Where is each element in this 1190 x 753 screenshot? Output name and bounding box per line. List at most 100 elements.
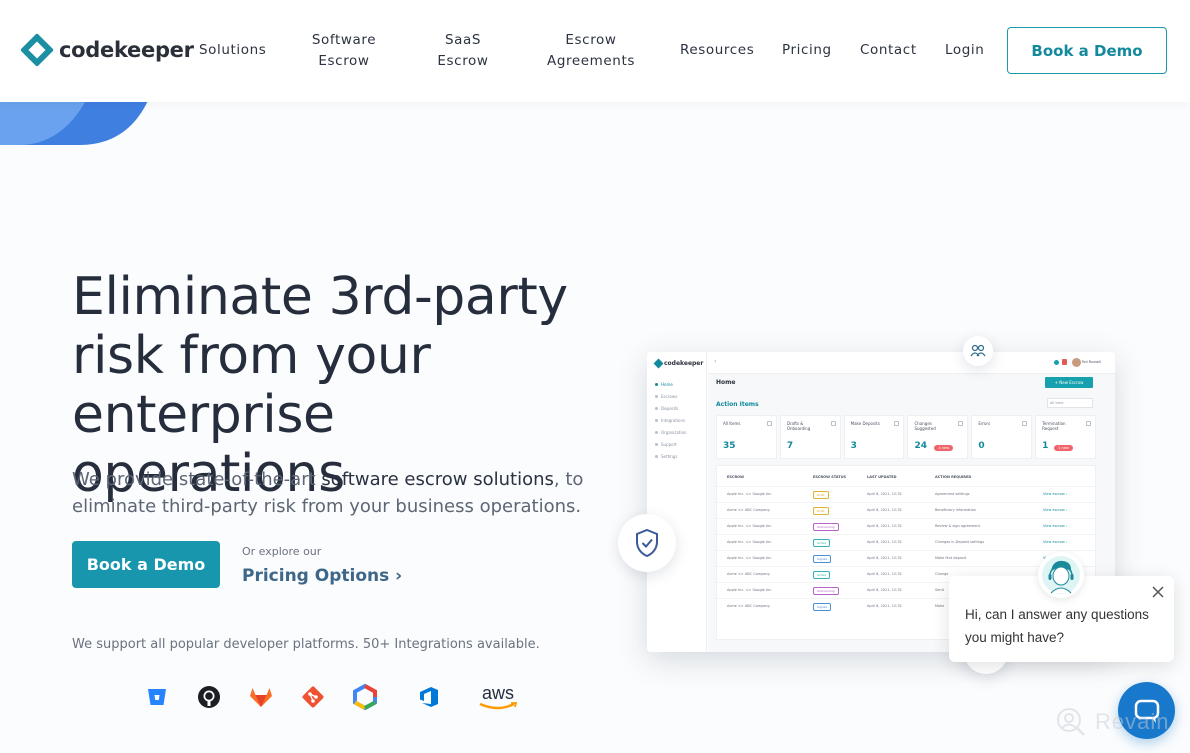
team-badge [963, 336, 993, 366]
escrow-cell: Acme <> ABC Company [727, 508, 770, 512]
updated-cell: April 8, 2021, 12:32 [867, 540, 902, 544]
hero-book-demo-button[interactable]: Book a Demo [72, 541, 220, 588]
status-pill: Draft [813, 507, 829, 515]
card-label: Changes Suggested [914, 421, 936, 431]
card-icon [1022, 421, 1028, 426]
updated-cell: April 8, 2021, 12:32 [867, 604, 902, 608]
status-pill: Active [813, 539, 831, 547]
escrow-cell: Apple Inc. <> Google Inc. [727, 588, 773, 592]
nav-software-escrow[interactable]: Software Escrow [311, 30, 377, 72]
card-value: 3 [850, 441, 857, 451]
chat-agent-avatar [1038, 552, 1084, 598]
action-cell: Review & sign agreement [935, 524, 980, 528]
nav-label: SaaS Escrow [437, 32, 489, 69]
nav-label: Solutions [199, 42, 267, 58]
nav-label: Resources [680, 42, 755, 58]
dash-side-item: Integrations [655, 418, 685, 423]
card-value: 35 [723, 441, 736, 451]
status-pill: Signed [813, 555, 832, 563]
card-icon [766, 421, 772, 426]
google-cloud-icon [348, 680, 382, 714]
nav-solutions[interactable]: Solutions [199, 40, 266, 61]
view-escrow-link: View escrow › [1043, 508, 1068, 512]
agent-avatar-icon [1042, 556, 1080, 594]
summary-card: Termination Request 1 1 new [1035, 415, 1096, 459]
card-icon [1085, 421, 1091, 426]
status-pill: Onboarding [813, 587, 839, 595]
software-escrow-link[interactable]: software escrow solutions [321, 469, 554, 490]
side-label: Home [661, 382, 673, 387]
nav-login[interactable]: Login [945, 40, 984, 61]
side-label: Integrations [661, 418, 686, 423]
card-value: 24 [914, 441, 928, 451]
table-row: Apple Inc. <> Google Inc. Draft April 8, 2… [717, 486, 1097, 502]
logo[interactable]: codekeeper [20, 33, 194, 67]
column-header: ACTION REQUIRED [935, 475, 972, 479]
gitlab-icon [244, 680, 278, 714]
updated-cell: April 8, 2021, 12:32 [867, 524, 902, 528]
users-icon [970, 344, 986, 357]
user-avatar [1072, 358, 1081, 367]
nav-label: Software Escrow [311, 32, 377, 69]
shield-check-icon [636, 528, 658, 558]
subtitle-text: We provide state-of-the-art [72, 469, 322, 490]
card-icon [830, 421, 836, 426]
time-filter: All time [1047, 398, 1093, 408]
pricing-options-link[interactable]: Pricing Options › [242, 566, 402, 586]
card-label: Termination Request [1042, 421, 1066, 431]
watermark: Revain [1055, 706, 1169, 738]
updated-cell: April 8, 2021, 12:32 [867, 572, 902, 576]
escrow-cell: Acme <> ABC Company [727, 572, 770, 576]
status-pill: Draft [813, 491, 829, 499]
summary-card: Changes Suggested 24 4 new [907, 415, 969, 459]
dash-side-item: Home [655, 382, 673, 387]
status-dot-icon [1054, 360, 1059, 365]
dash-side-item: Organization [655, 430, 687, 435]
aws-label: aws [481, 683, 514, 703]
close-icon[interactable] [1150, 584, 1166, 600]
card-badge: 1 new [1054, 445, 1073, 451]
status-pill: Active [813, 571, 831, 579]
card-icon [958, 421, 964, 426]
table-row: Apple Inc. <> Google Inc. Onboarding April… [717, 518, 1097, 534]
dashboard-logo: codekeeper [653, 358, 703, 369]
header-book-demo-button[interactable]: Book a Demo [1007, 27, 1167, 74]
column-header: ESCROW STATUS [813, 475, 847, 479]
logo-diamond-icon [20, 33, 54, 67]
revain-logo-icon [1057, 708, 1085, 736]
back-chevron-icon: ‹ [714, 358, 717, 365]
aws-icon: aws [476, 680, 520, 714]
table-row: Acme <> ABC Company Draft April 8, 2021, 1… [717, 502, 1097, 518]
action-cell: Make [935, 604, 945, 608]
escrow-cell: Apple Inc. <> Google Inc. [727, 556, 773, 560]
escrow-cell: Apple Inc. <> Google Inc. [727, 492, 773, 496]
card-value: 1 [1042, 441, 1049, 451]
integrations-text: We support all popular developer platfor… [72, 637, 540, 652]
summary-card: Make Deposits 3 [843, 415, 905, 459]
nav-escrow-agreements[interactable]: Escrow Agreements [545, 30, 637, 72]
status-pill: Onboarding [813, 523, 839, 531]
action-cell: Agreement settings [935, 492, 970, 496]
column-header: ESCROW [727, 475, 745, 479]
new-escrow-button: + New Escrow [1045, 377, 1093, 388]
bitbucket-icon [140, 680, 174, 714]
nav-contact[interactable]: Contact [860, 40, 917, 61]
page: codekeeper Solutions Software Escrow Saa… [0, 0, 1190, 753]
nav-resources[interactable]: Resources [680, 40, 754, 61]
dashboard-page-title: Home [716, 379, 736, 386]
summary-card: Drafts & Onboarding 7 [779, 415, 841, 459]
card-label: All Items [723, 421, 741, 426]
nav-pricing[interactable]: Pricing [782, 40, 832, 61]
nav-saas-escrow[interactable]: SaaS Escrow [435, 30, 491, 72]
action-cell: Changes in Deposit settings [935, 540, 985, 544]
logo-text: codekeeper [59, 38, 194, 62]
updated-cell: April 8, 2021, 12:32 [867, 556, 902, 560]
card-label: Errors [978, 421, 991, 426]
hero-subtitle: We provide state-of-the-art software esc… [72, 466, 602, 520]
side-label: Organization [661, 430, 687, 435]
watermark-text: Revain [1095, 709, 1170, 734]
nav-label: Contact [860, 42, 917, 58]
escrow-cell: Acme <> ABC Company [727, 604, 770, 608]
status-pill: Signed [813, 603, 832, 611]
escrow-cell: Apple Inc. <> Google Inc. [727, 540, 773, 544]
